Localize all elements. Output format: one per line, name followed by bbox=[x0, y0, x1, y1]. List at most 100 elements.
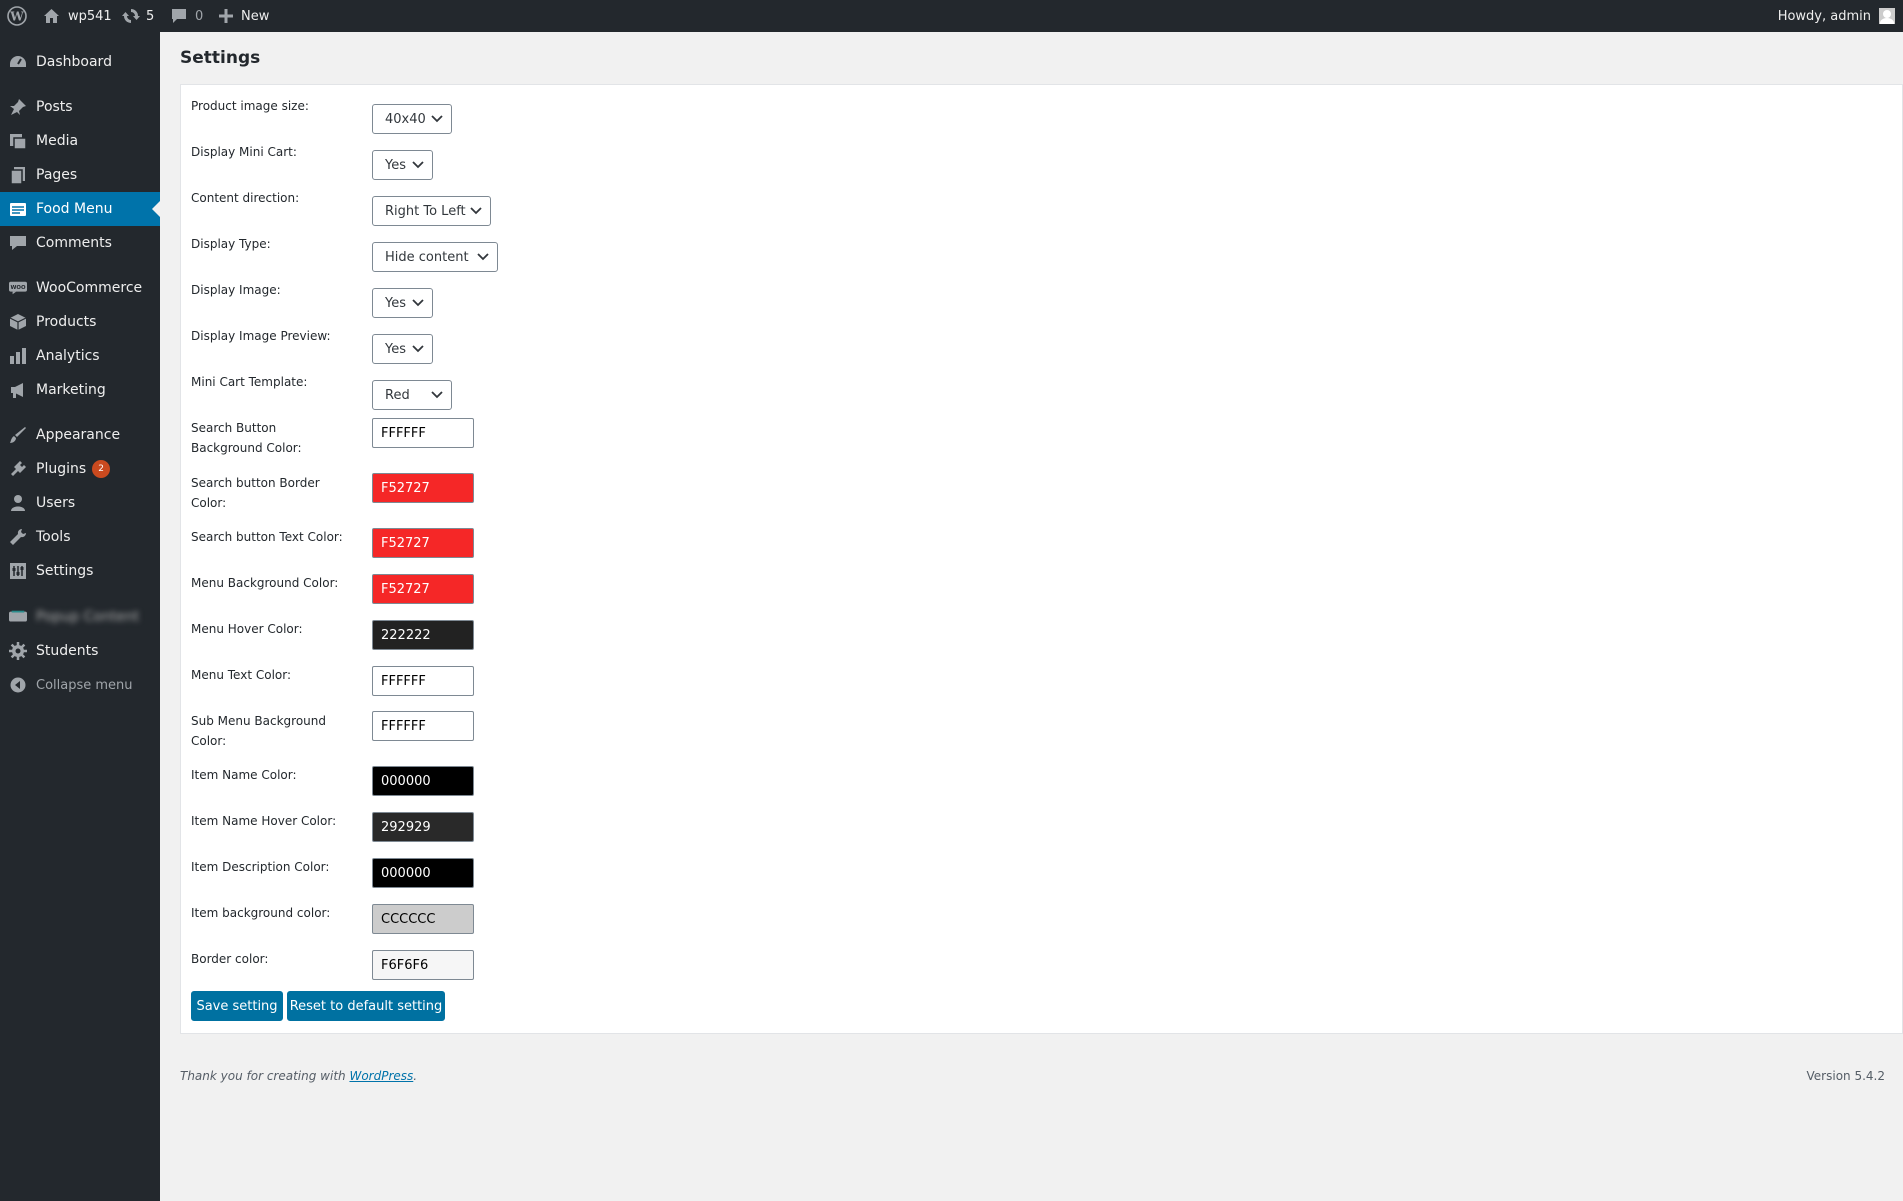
item-name-color-input[interactable]: 000000 bbox=[372, 766, 474, 796]
sidebar-item-analytics[interactable]: Analytics bbox=[0, 339, 160, 373]
svg-text:WOO: WOO bbox=[10, 285, 25, 291]
setting-label: Search button Border Color: bbox=[191, 476, 320, 510]
chevron-down-icon bbox=[431, 391, 443, 399]
chevron-down-icon bbox=[470, 207, 482, 215]
comments-count: 0 bbox=[195, 8, 204, 24]
select-value: Hide content bbox=[385, 249, 469, 265]
footer-version: Version 5.4.2 bbox=[1806, 1069, 1885, 1083]
search-button-border-color-input[interactable]: F52727 bbox=[372, 473, 474, 503]
analytics-icon bbox=[9, 347, 27, 365]
sidebar-item-plugins[interactable]: Plugins 2 bbox=[0, 452, 160, 486]
chevron-down-icon bbox=[431, 115, 443, 123]
account-menu[interactable]: Howdy, admin bbox=[1778, 0, 1895, 32]
menu-text-color-input[interactable]: FFFFFF bbox=[372, 666, 474, 696]
sidebar-item-tools[interactable]: Tools bbox=[0, 520, 160, 554]
collapse-menu-button[interactable]: Collapse menu bbox=[0, 668, 160, 702]
sidebar-item-pages[interactable]: Pages bbox=[0, 158, 160, 192]
plugin-icon bbox=[9, 608, 27, 626]
setting-label: Item background color: bbox=[191, 906, 331, 920]
setting-label: Menu Text Color: bbox=[191, 668, 292, 682]
students-gear-icon bbox=[9, 642, 27, 660]
mini-cart-template-select[interactable]: Red bbox=[372, 380, 452, 410]
pin-icon bbox=[9, 98, 27, 116]
select-value: Yes bbox=[385, 295, 406, 311]
sidebar-item-appearance[interactable]: Appearance bbox=[0, 418, 160, 452]
woocommerce-icon: WOO bbox=[9, 279, 27, 297]
search-button-text-color-input[interactable]: F52727 bbox=[372, 528, 474, 558]
sidebar-item-students[interactable]: Students bbox=[0, 634, 160, 668]
sidebar-item-label: Marketing bbox=[36, 382, 106, 398]
sidebar-item-label: Students bbox=[36, 643, 99, 659]
sidebar-item-label: Popup Content bbox=[36, 609, 140, 625]
item-description-color-input[interactable]: 000000 bbox=[372, 858, 474, 888]
page-title: Settings bbox=[180, 48, 261, 68]
sub-menu-bg-color-input[interactable]: FFFFFF bbox=[372, 711, 474, 741]
chevron-down-icon bbox=[477, 253, 489, 261]
wordpress-logo-icon[interactable]: W bbox=[7, 0, 27, 32]
collapse-icon bbox=[9, 676, 27, 694]
sidebar-item-posts[interactable]: Posts bbox=[0, 90, 160, 124]
sidebar-item-label: Pages bbox=[36, 167, 78, 183]
wordpress-link[interactable]: WordPress bbox=[349, 1069, 413, 1083]
settings-icon bbox=[9, 562, 27, 580]
save-setting-button[interactable]: Save setting bbox=[191, 991, 283, 1021]
comments-link[interactable]: 0 bbox=[171, 0, 203, 32]
select-value: Yes bbox=[385, 157, 406, 173]
dashboard-icon bbox=[9, 53, 27, 71]
appearance-icon bbox=[9, 426, 27, 444]
sidebar-item-popup-content[interactable]: Popup Content bbox=[0, 600, 160, 634]
pages-icon bbox=[9, 166, 27, 184]
home-icon bbox=[44, 9, 59, 23]
svg-text:W: W bbox=[9, 10, 24, 24]
setting-label: Item Description Color: bbox=[191, 860, 330, 874]
comment-bubble-icon bbox=[172, 9, 186, 23]
content-direction-select[interactable]: Right To Left bbox=[372, 196, 491, 226]
sidebar-item-label: Posts bbox=[36, 99, 73, 115]
greeting: Howdy, admin bbox=[1777, 8, 1871, 24]
new-label: New bbox=[241, 8, 270, 24]
display-mini-cart-select[interactable]: Yes bbox=[372, 150, 433, 180]
sidebar-item-label: Plugins 2 bbox=[36, 460, 111, 478]
plugins-update-badge: 2 bbox=[92, 460, 111, 478]
site-name-link[interactable]: wp541 bbox=[43, 0, 112, 32]
setting-label: Mini Cart Template: bbox=[191, 375, 308, 389]
sidebar-item-dashboard[interactable]: Dashboard bbox=[0, 45, 160, 79]
updates-link[interactable]: 5 bbox=[122, 0, 154, 32]
reset-default-button[interactable]: Reset to default setting bbox=[287, 991, 445, 1021]
site-name: wp541 bbox=[68, 8, 112, 24]
menu-bg-color-input[interactable]: F52727 bbox=[372, 574, 474, 604]
marketing-icon bbox=[9, 381, 27, 399]
footer-thanks: Thank you for creating with WordPress. bbox=[180, 1069, 417, 1083]
setting-label: Content direction: bbox=[191, 191, 300, 205]
sidebar-item-label: Tools bbox=[36, 529, 71, 545]
chevron-down-icon bbox=[412, 345, 424, 353]
footer-thanks-text: Thank you for creating with bbox=[180, 1069, 350, 1083]
select-value: Yes bbox=[385, 341, 406, 357]
setting-label: Item Name Color: bbox=[191, 768, 297, 782]
menu-hover-color-input[interactable]: 222222 bbox=[372, 620, 474, 650]
sidebar-item-label: WooCommerce bbox=[36, 280, 143, 296]
sidebar-item-settings[interactable]: Settings bbox=[0, 554, 160, 588]
select-value: Right To Left bbox=[385, 203, 466, 219]
display-type-select[interactable]: Hide content bbox=[372, 242, 498, 272]
sidebar-item-label: Appearance bbox=[36, 427, 121, 443]
sidebar-item-products[interactable]: Products bbox=[0, 305, 160, 339]
sidebar-item-users[interactable]: Users bbox=[0, 486, 160, 520]
sidebar-item-media[interactable]: Media bbox=[0, 124, 160, 158]
item-background-color-input[interactable]: CCCCCC bbox=[372, 904, 474, 934]
comments-icon bbox=[9, 234, 27, 252]
sidebar-item-marketing[interactable]: Marketing bbox=[0, 373, 160, 407]
display-image-preview-select[interactable]: Yes bbox=[372, 334, 433, 364]
sidebar-item-woocommerce[interactable]: WOO WooCommerce bbox=[0, 271, 160, 305]
footer-thanks-suffix: . bbox=[413, 1069, 418, 1083]
border-color-input[interactable]: F6F6F6 bbox=[372, 950, 474, 980]
sidebar-item-food-menu[interactable]: Food Menu bbox=[0, 192, 160, 226]
setting-label: Border color: bbox=[191, 952, 269, 966]
display-image-select[interactable]: Yes bbox=[372, 288, 433, 318]
item-name-hover-color-input[interactable]: 292929 bbox=[372, 812, 474, 842]
sidebar-item-comments[interactable]: Comments bbox=[0, 226, 160, 260]
sidebar-item-label: Food Menu bbox=[36, 201, 113, 217]
new-content-link[interactable]: New bbox=[219, 0, 269, 32]
search-button-bg-color-input[interactable]: FFFFFF bbox=[372, 418, 474, 448]
product-image-size-select[interactable]: 40x40 bbox=[372, 104, 452, 134]
